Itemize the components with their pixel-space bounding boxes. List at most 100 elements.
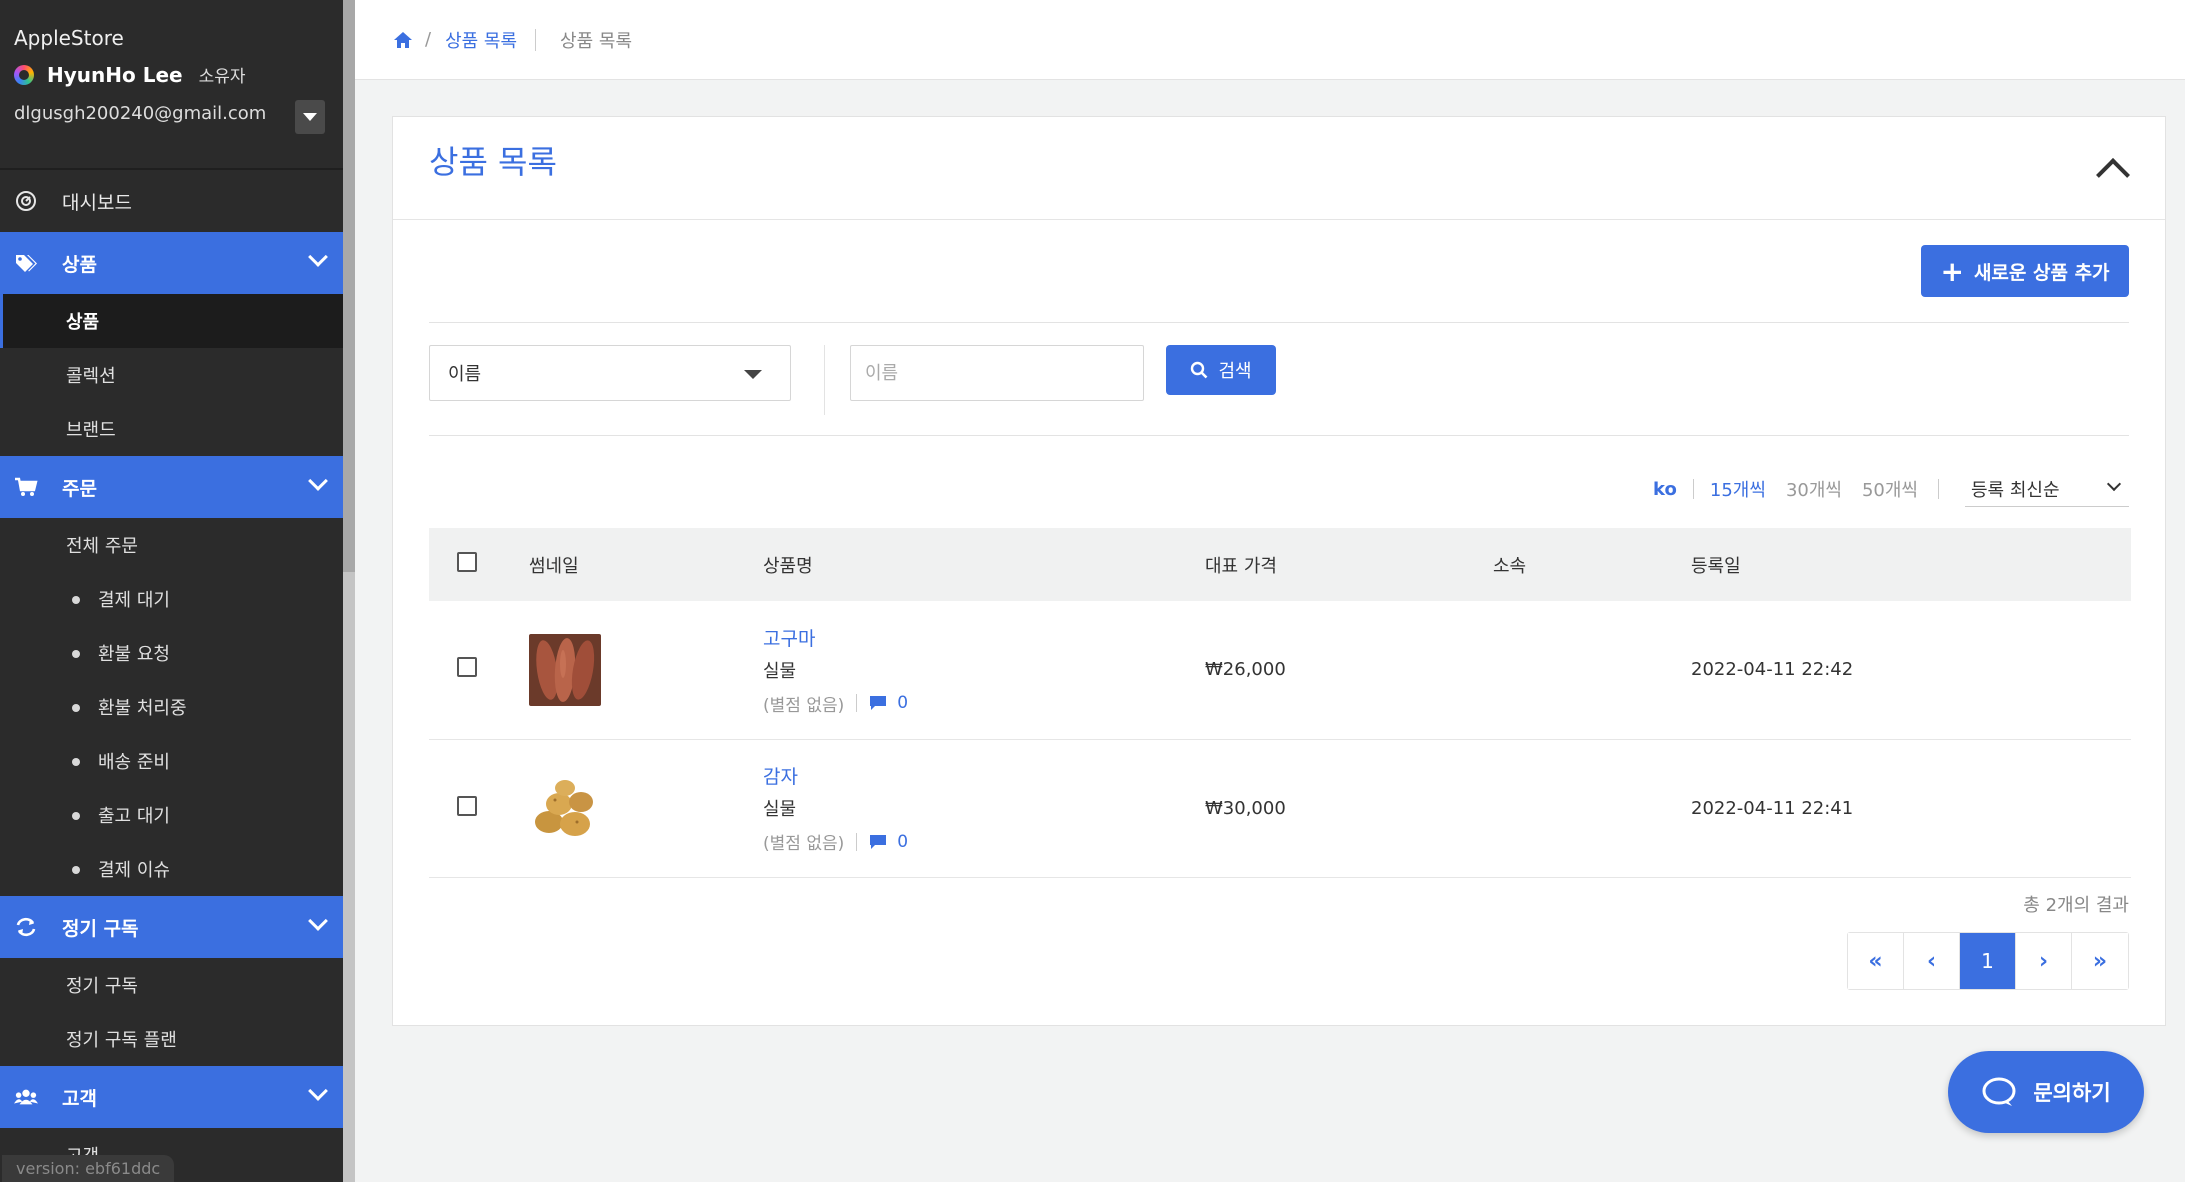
product-date: 2022-04-11 22:41 [1691, 739, 2131, 878]
sidebar-item-products[interactable]: 상품 [0, 294, 343, 348]
row-checkbox[interactable] [457, 657, 477, 678]
divider [824, 345, 825, 415]
product-list-card: 상품 목록 + 새로운 상품 추가 이름 검색 ko 15개씩 30개씩 50개… [392, 116, 2166, 1026]
breadcrumb-link-products[interactable]: 상품 목록 [445, 27, 517, 53]
product-type: 실물 [763, 799, 797, 820]
caret-down-icon [744, 370, 762, 379]
table-header-row: 썸네일 상품명 대표 가격 소속 등록일 [429, 528, 2131, 601]
sidebar-section-label: 주문 [62, 477, 97, 500]
add-product-label: 새로운 상품 추가 [1973, 261, 2110, 284]
chevron-down-icon [308, 471, 328, 491]
sidebar-section-products[interactable]: 상품 [0, 232, 343, 294]
prev-page-button[interactable]: ‹ [1904, 933, 1960, 989]
sidebar-section-subscriptions[interactable]: 정기 구독 [0, 896, 343, 958]
sidebar-scrollbar[interactable] [343, 0, 355, 1182]
card-header: 상품 목록 [393, 117, 2165, 220]
product-thumbnail-potato[interactable] [529, 772, 601, 844]
product-name-link[interactable]: 감자 [763, 762, 1205, 789]
user-avatar-icon [14, 64, 34, 85]
sidebar-item-brands[interactable]: 브랜드 [0, 402, 343, 456]
help-button-label: 문의하기 [2033, 1081, 2111, 1105]
users-icon [14, 1085, 38, 1109]
sidebar-section-customers[interactable]: 고객 [0, 1066, 343, 1128]
breadcrumb-separator: / [425, 29, 432, 50]
page-size-15[interactable]: 15개씩 [1710, 476, 1766, 502]
sort-select[interactable]: 등록 최신순 [1965, 471, 2129, 507]
search-button-label: 검색 [1218, 361, 1252, 382]
plus-icon: + [1940, 254, 1964, 288]
chevron-down-icon [308, 1081, 328, 1101]
search-field-value: 이름 [448, 364, 482, 385]
search-button[interactable]: 검색 [1166, 345, 1276, 395]
page-button-current[interactable]: 1 [1960, 933, 2016, 989]
comment-count[interactable]: 0 [897, 693, 908, 713]
divider [1938, 479, 1939, 499]
sidebar-item-all-orders[interactable]: 전체 주문 [0, 518, 343, 572]
language-toggle[interactable]: ko [1653, 479, 1677, 500]
page-size-50[interactable]: 50개씩 [1862, 476, 1918, 502]
help-chat-button[interactable]: 문의하기 [1948, 1051, 2144, 1133]
next-page-button[interactable]: › [2016, 933, 2072, 989]
sidebar-section-label: 상품 [62, 253, 97, 276]
comment-icon [870, 696, 887, 711]
sidebar-item-subscription-plans[interactable]: 정기 구독 플랜 [0, 1012, 343, 1066]
cart-icon [14, 475, 38, 499]
chevron-down-icon [2106, 476, 2122, 492]
product-thumbnail-sweet-potato[interactable] [529, 633, 601, 706]
product-table: 썸네일 상품명 대표 가격 소속 등록일 고구마 실물 (별점 없음) 0 ₩2… [429, 528, 2131, 878]
search-icon [1191, 361, 1208, 379]
breadcrumb-current: 상품 목록 [560, 30, 633, 52]
page-size-30[interactable]: 30개씩 [1786, 476, 1842, 502]
user-menu-toggle-button[interactable] [295, 100, 325, 134]
home-icon[interactable] [393, 30, 413, 50]
breadcrumb-divider [535, 28, 537, 51]
pagination: « ‹ 1 › » [1847, 932, 2129, 990]
table-row[interactable]: 고구마 실물 (별점 없음) 0 ₩26,000 2022-04-11 22:4… [429, 601, 2131, 740]
divider [429, 435, 2129, 436]
product-affiliation [1493, 601, 1691, 740]
first-page-button[interactable]: « [1848, 933, 1904, 989]
sidebar-scrollbar-thumb[interactable] [343, 0, 355, 572]
sidebar-item-collections[interactable]: 콜렉션 [0, 348, 343, 402]
divider [1692, 479, 1694, 499]
row-checkbox[interactable] [457, 795, 477, 816]
chat-bubble-icon [1982, 1077, 2016, 1106]
product-date: 2022-04-11 22:42 [1691, 601, 2131, 740]
user-name: HyunHo Lee [47, 62, 183, 87]
column-header-date[interactable]: 등록일 [1691, 528, 2131, 601]
user-box: AppleStore HyunHo Lee 소유자 dlgusgh200240@… [0, 0, 343, 170]
product-type: 실물 [763, 660, 797, 682]
sidebar-item-refund-processing[interactable]: 환불 처리중 [0, 680, 343, 734]
column-header-name[interactable]: 상품명 [763, 528, 1205, 601]
chevron-down-icon [308, 247, 328, 267]
column-header-affiliation: 소속 [1493, 528, 1691, 601]
add-product-button[interactable]: + 새로운 상품 추가 [1921, 245, 2129, 297]
product-name-link[interactable]: 고구마 [763, 624, 1205, 651]
sidebar-item-payment-issue[interactable]: 결제 이슈 [0, 842, 343, 896]
sidebar-item-payment-pending[interactable]: 결제 대기 [0, 572, 343, 626]
sidebar-item-subscriptions[interactable]: 정기 구독 [0, 958, 343, 1012]
column-header-price[interactable]: 대표 가격 [1205, 528, 1493, 601]
user-email: dlgusgh200240@gmail.com [14, 103, 267, 124]
product-rating: (별점 없음) [763, 695, 845, 716]
sidebar-item-refund-request[interactable]: 환불 요청 [0, 626, 343, 680]
sidebar-item-shipping-prep[interactable]: 배송 준비 [0, 734, 343, 788]
comment-count[interactable]: 0 [897, 832, 908, 852]
chevron-down-icon [308, 911, 328, 931]
sidebar-item-dashboard[interactable]: 대시보드 [0, 170, 343, 232]
refresh-icon [14, 915, 38, 939]
search-input[interactable] [850, 345, 1144, 401]
sort-value: 등록 최신순 [1971, 479, 2060, 501]
tags-icon [14, 251, 38, 275]
last-page-button[interactable]: » [2072, 933, 2128, 989]
store-name: AppleStore [14, 26, 124, 50]
search-field-select[interactable]: 이름 [429, 345, 791, 401]
sidebar-section-label: 정기 구독 [62, 917, 139, 940]
table-row[interactable]: 감자 실물 (별점 없음) 0 ₩30,000 2022-04-11 22:41 [429, 739, 2131, 878]
sidebar-item-release-waiting[interactable]: 출고 대기 [0, 788, 343, 842]
list-options: ko 15개씩 30개씩 50개씩 등록 최신순 [1653, 471, 2129, 507]
divider [856, 832, 858, 851]
select-all-checkbox[interactable] [457, 552, 477, 572]
sidebar-section-orders[interactable]: 주문 [0, 456, 343, 518]
product-price: ₩26,000 [1205, 601, 1493, 740]
